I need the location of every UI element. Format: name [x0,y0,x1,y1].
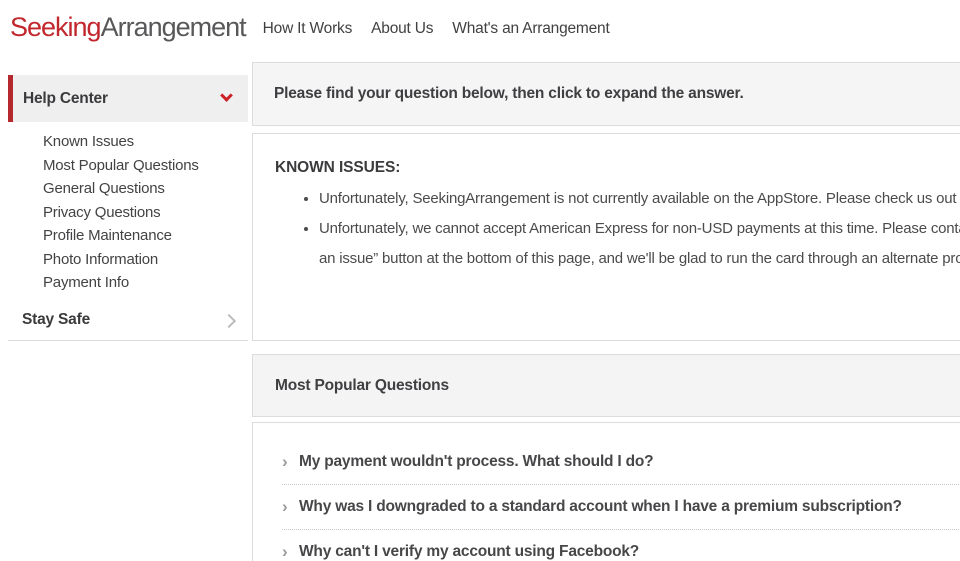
known-issues-list: Unfortunately, SeekingArrangement is not… [275,184,960,274]
accordion-chevron-icon: › [282,541,299,561]
instruction-banner: Please find your question below, then cl… [252,62,960,126]
known-issue-text: Unfortunately, we cannot accept American… [319,214,960,244]
known-issue-text: Unfortunately, SeekingArrangement is not… [319,184,960,214]
sidebar-menu-row: Photo Information [8,248,248,272]
question-row-verify-facebook[interactable]: › Why can't I verify my account using Fa… [282,530,960,561]
question-text: Why can't I verify my account using Face… [299,541,639,561]
nav-link-whats-an-arrangement[interactable]: What's an Arrangement [452,20,609,38]
known-issues-heading: KNOWN ISSUES: [275,158,960,178]
nav-link-how-it-works[interactable]: How It Works [263,20,352,38]
question-row-downgraded-account[interactable]: › Why was I downgraded to a standard acc… [282,485,960,530]
logo-arrangement: Arrangement [101,12,246,42]
question-row-payment-process[interactable]: › My payment wouldn't process. What shou… [282,440,960,485]
sidebar-item-most-popular-questions[interactable]: Most Popular Questions [8,154,248,178]
most-popular-header-bar: Most Popular Questions [252,354,960,417]
known-issues-panel: KNOWN ISSUES: Unfortunately, SeekingArra… [252,133,960,341]
question-text: My payment wouldn't process. What should… [299,451,653,473]
sidebar-item-general-questions[interactable]: General Questions [8,177,248,201]
chevron-right-icon [222,313,236,327]
sidebar-item-stay-safe[interactable]: Stay Safe [8,311,248,329]
chevron-down-icon [220,89,233,102]
sidebar-menu-row: Known Issues [8,130,248,154]
logo-seeking: Seeking [10,12,101,42]
sidebar-menu-row: Payment Info [8,271,248,295]
instruction-banner-text: Please find your question below, then cl… [274,85,744,102]
logo-link[interactable]: SeekingArrangement [10,12,246,43]
known-issue-text: an issue” button at the bottom of this p… [319,244,960,274]
sidebar-menu-row: Profile Maintenance [8,224,248,248]
sidebar-item-photo-information[interactable]: Photo Information [8,248,248,272]
questions-panel: › My payment wouldn't process. What shou… [252,422,960,561]
nav-link-about-us[interactable]: About Us [371,20,433,38]
sidebar-item-privacy-questions[interactable]: Privacy Questions [8,201,248,225]
known-issue-item: Unfortunately, SeekingArrangement is not… [319,184,960,214]
main-nav: How It Works About Us What's an Arrangem… [263,20,629,38]
main-content: Please find your question below, then cl… [252,55,960,561]
known-issue-item: Unfortunately, we cannot accept American… [319,214,960,274]
sidebar: Help Center Known Issues Most Popular Qu… [8,75,248,341]
sidebar-item-profile-maintenance[interactable]: Profile Maintenance [8,224,248,248]
most-popular-header-text: Most Popular Questions [275,377,449,395]
sidebar-item-known-issues[interactable]: Known Issues [8,130,248,154]
sidebar-menu-row: General Questions [8,177,248,201]
sidebar-title: Help Center [23,90,108,108]
top-header: SeekingArrangement How It Works About Us… [0,0,960,55]
accordion-chevron-icon: › [282,451,299,473]
stay-safe-label: Stay Safe [22,311,90,328]
sidebar-menu-row: Most Popular Questions [8,154,248,178]
sidebar-item-payment-info[interactable]: Payment Info [8,271,248,295]
sidebar-header-help-center[interactable]: Help Center [8,75,248,122]
accordion-chevron-icon: › [282,496,299,518]
page-layout: Help Center Known Issues Most Popular Qu… [0,55,960,561]
question-text: Why was I downgraded to a standard accou… [299,496,902,518]
sidebar-menu-row: Privacy Questions [8,201,248,225]
sidebar-menu: Known Issues Most Popular Questions Gene… [8,130,248,295]
